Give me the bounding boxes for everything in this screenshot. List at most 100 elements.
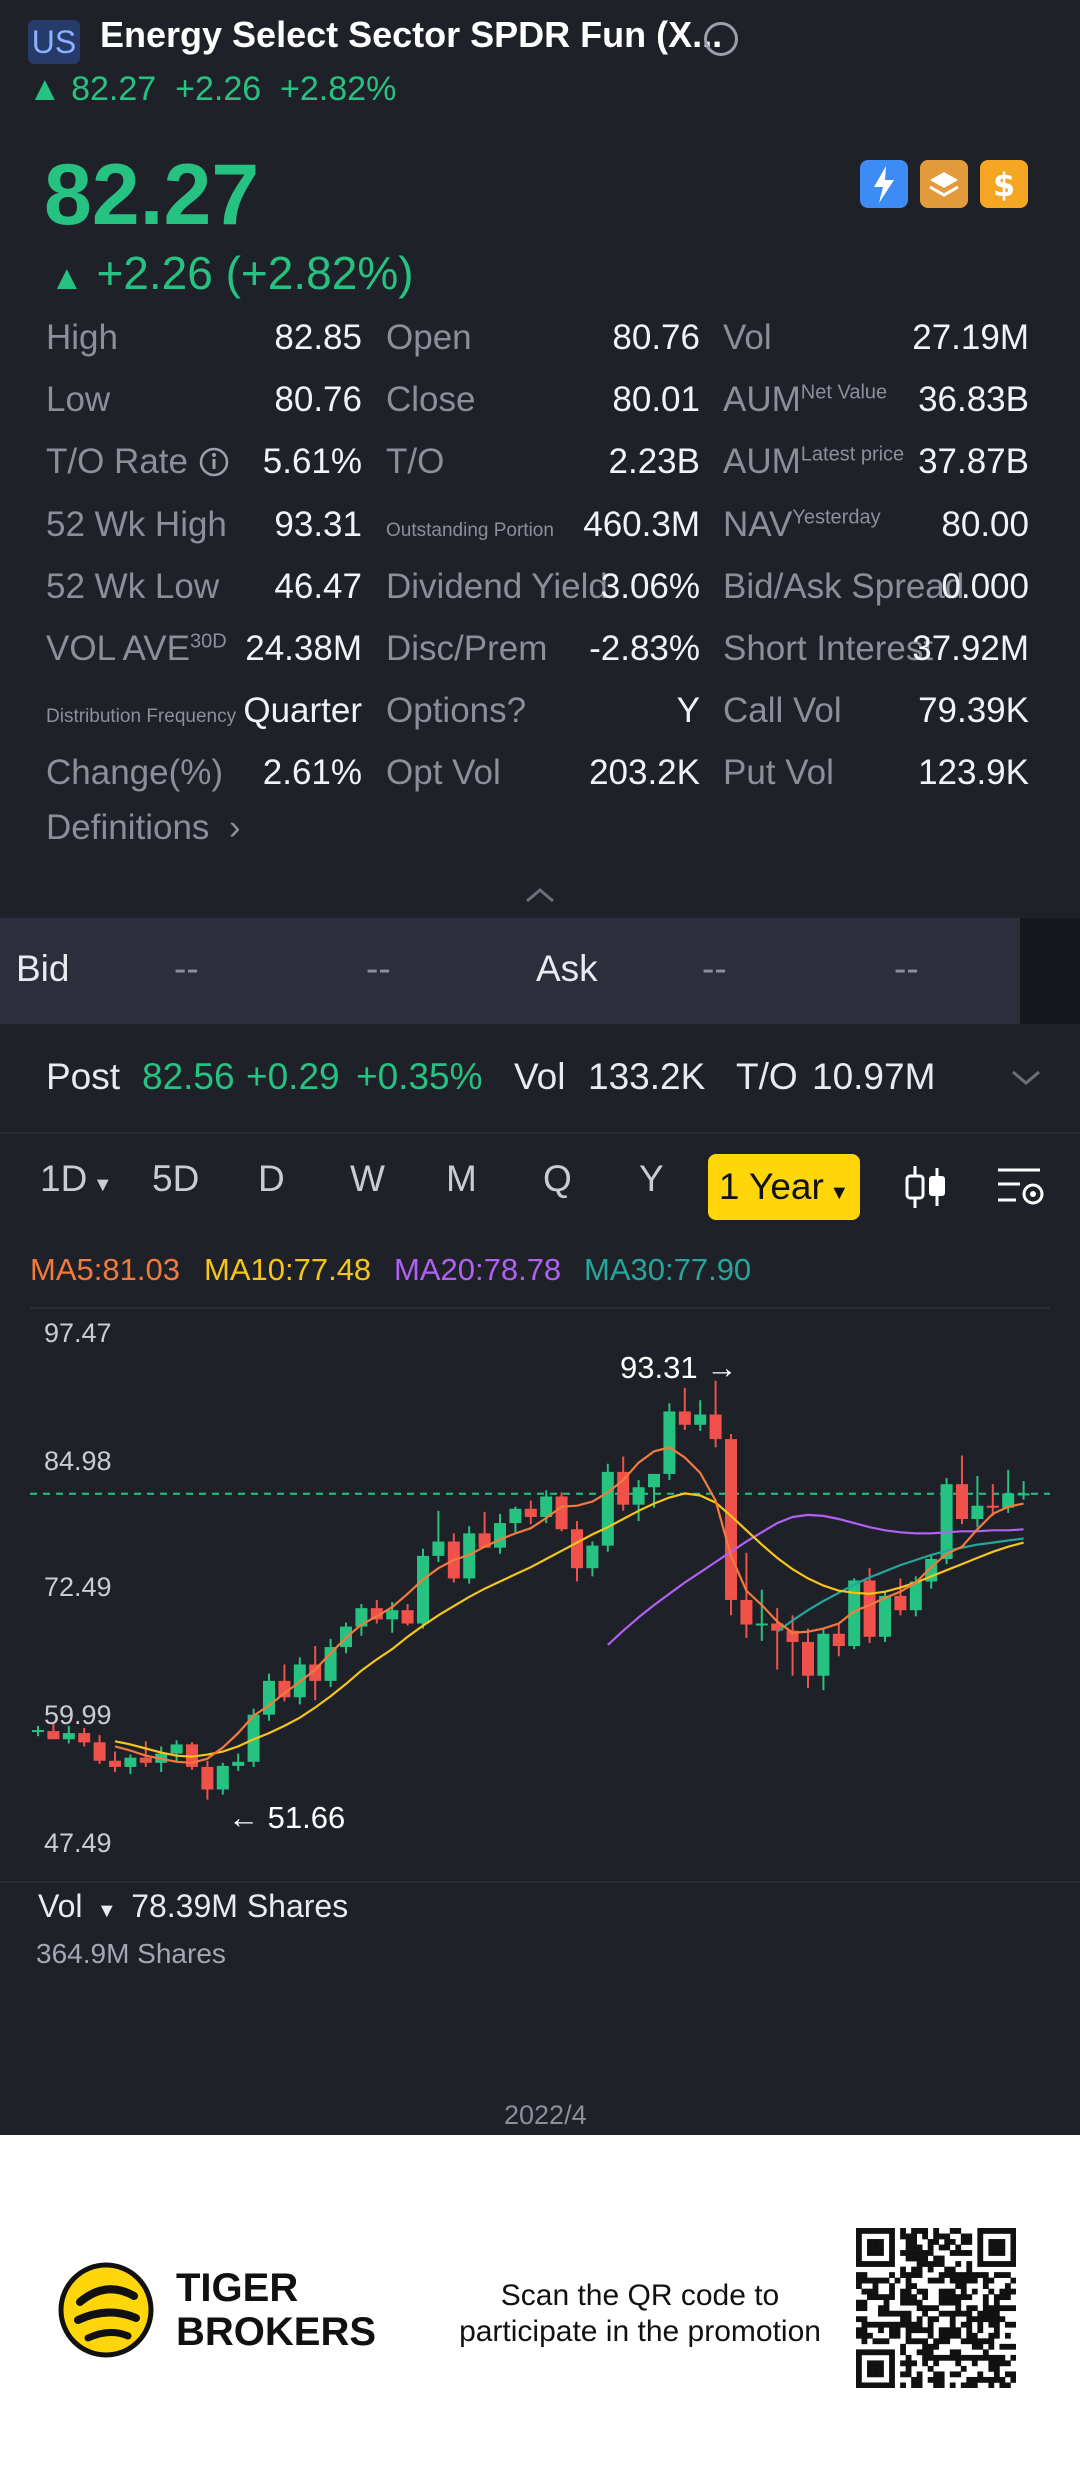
tab-d[interactable]: D — [258, 1158, 285, 1200]
candle-body — [494, 1523, 506, 1548]
dollar-icon[interactable]: $ — [980, 160, 1028, 208]
tab-q[interactable]: Q — [543, 1158, 572, 1200]
tab-1d-label: 1D — [40, 1158, 88, 1199]
chevron-down-icon[interactable] — [1010, 1068, 1042, 1088]
volume-max-label: 364.9M Shares — [36, 1938, 226, 1969]
candle-body — [956, 1484, 968, 1520]
lightning-icon[interactable] — [860, 160, 908, 208]
candle-body — [755, 1623, 768, 1626]
candle-body — [386, 1610, 399, 1620]
stat-label-text: Put Vol — [723, 753, 834, 793]
candle-body — [62, 1733, 75, 1740]
info-icon[interactable] — [188, 442, 230, 481]
stat-label: Disc/Prem — [386, 619, 547, 679]
candle-body — [139, 1757, 152, 1763]
low-annotation: ← 51.66 — [228, 1800, 345, 1836]
candle-body — [32, 1730, 44, 1733]
volume-header[interactable]: Vol ▼ 78.39M Shares — [38, 1888, 348, 1925]
stock-detail-screen: US Energy Select Sector SPDR Fun (X... ▲… — [0, 0, 1080, 2135]
tab-1-year[interactable]: 1 Year ▼ — [708, 1154, 860, 1220]
ma5-label: MA5:81.03 — [30, 1252, 180, 1287]
candle-body — [78, 1733, 91, 1743]
candle-body — [232, 1761, 245, 1766]
stat-disc-prem: Disc/Prem -2.83% — [386, 619, 700, 679]
price-change-text: +2.26 (+2.82%) — [96, 247, 414, 299]
definitions-link[interactable]: Definitions › — [46, 808, 241, 848]
candle-body — [524, 1508, 537, 1517]
stat-label-text: Vol — [723, 318, 772, 357]
candle-body — [632, 1487, 645, 1505]
stat-value: Y — [676, 691, 700, 731]
stat-change-: Change(%) 2.61% — [46, 743, 362, 803]
stat-label-text: AUM — [723, 442, 801, 482]
tab-m[interactable]: M — [446, 1158, 477, 1200]
candle-body — [263, 1680, 275, 1715]
candlestick-chart[interactable] — [0, 1300, 1080, 1900]
promo-line-2: participate in the promotion — [459, 2315, 821, 2348]
chevron-up-icon[interactable] — [524, 886, 556, 909]
stat-value: 37.87B — [918, 442, 1029, 482]
stat-label-text: Opt Vol — [386, 753, 501, 793]
stat-label: VOL AVE30D — [46, 619, 227, 679]
candle-body — [709, 1414, 722, 1440]
candle-body — [417, 1555, 429, 1624]
candle-body — [879, 1595, 891, 1637]
post-to-label: T/O — [736, 1056, 798, 1097]
stat-label: Outstanding Portion — [386, 495, 554, 561]
stat-label-text: Low — [46, 380, 111, 420]
indicator-settings-icon[interactable] — [996, 1164, 1048, 1210]
y-tick: 47.49 — [44, 1828, 112, 1858]
region-tag: US — [28, 20, 80, 64]
qr-code-icon[interactable] — [856, 2228, 1016, 2388]
stat-label: Call Vol — [723, 681, 842, 741]
stat-nav-yesterday: NAVYesterday 80.00 — [723, 495, 1029, 555]
stat-value: 24.38M — [245, 629, 362, 668]
stat-value: 37.92M — [912, 629, 1029, 668]
post-market-row[interactable]: Post 82.56 +0.29 +0.35% Vol 133.2K T/O 1… — [0, 1026, 1080, 1134]
stat-value: 80.76 — [274, 380, 362, 420]
stat-label-text: Call Vol — [723, 691, 842, 731]
stat-value: 0.000 — [941, 566, 1029, 606]
post-vol-label: Vol — [514, 1056, 566, 1097]
tab-1d[interactable]: 1D ▼ — [40, 1158, 113, 1200]
caret-down-icon: ▼ — [823, 1182, 850, 1204]
up-arrow-icon: ▲ — [50, 259, 84, 297]
stat-label: Vol — [723, 308, 772, 368]
stat-value: 80.01 — [612, 380, 700, 420]
stat-label-text: 52 Wk Low — [46, 566, 220, 606]
candle-body — [740, 1599, 753, 1625]
arrow-right-icon: → — [697, 1350, 738, 1385]
post-to: 10.97M — [812, 1056, 936, 1097]
tab-5d[interactable]: 5D — [152, 1158, 199, 1200]
ask-price: -- — [702, 948, 727, 989]
ma20-label: MA20:78.78 — [394, 1252, 562, 1287]
page-title[interactable]: Energy Select Sector SPDR Fun (X... — [100, 14, 722, 56]
stat-high: High 82.85 — [46, 308, 362, 368]
stat-label: 52 Wk Low — [46, 557, 219, 617]
stat-label: Dividend Yield — [386, 557, 608, 617]
definitions-label: Definitions — [46, 808, 210, 847]
header-price: 82.27 — [71, 70, 157, 108]
candlestick-type-icon[interactable] — [902, 1162, 950, 1212]
arrow-left-icon: ← — [228, 1800, 268, 1835]
post-change: +0.29 — [246, 1056, 340, 1097]
stat-label: Short Interest — [723, 619, 933, 679]
tab-w[interactable]: W — [350, 1158, 385, 1200]
stat-label-superscript: Latest price — [800, 443, 905, 466]
header-change-pct: +2.82% — [280, 70, 397, 108]
stat-vol: Vol 27.19M — [723, 308, 1029, 368]
stat-label-text: T/O — [386, 442, 445, 482]
stack-icon[interactable] — [920, 160, 968, 208]
stat-label-superscript: Net Value — [800, 381, 888, 404]
stat-label: AUMNet Value — [723, 370, 887, 430]
tab-y[interactable]: Y — [639, 1158, 664, 1200]
header-change: +2.26 — [175, 70, 262, 108]
post-price: 82.56 — [142, 1056, 235, 1097]
info-icon[interactable] — [704, 22, 738, 56]
stat-label-superscript: 30D — [189, 630, 227, 653]
ask-size: -- — [894, 948, 919, 989]
y-tick: 97.47 — [44, 1318, 112, 1348]
stat-label-text: Outstanding Portion — [386, 519, 554, 541]
stat-aum-net-value: AUMNet Value 36.83B — [723, 370, 1029, 430]
stat-label: T/O Rate — [46, 432, 230, 492]
